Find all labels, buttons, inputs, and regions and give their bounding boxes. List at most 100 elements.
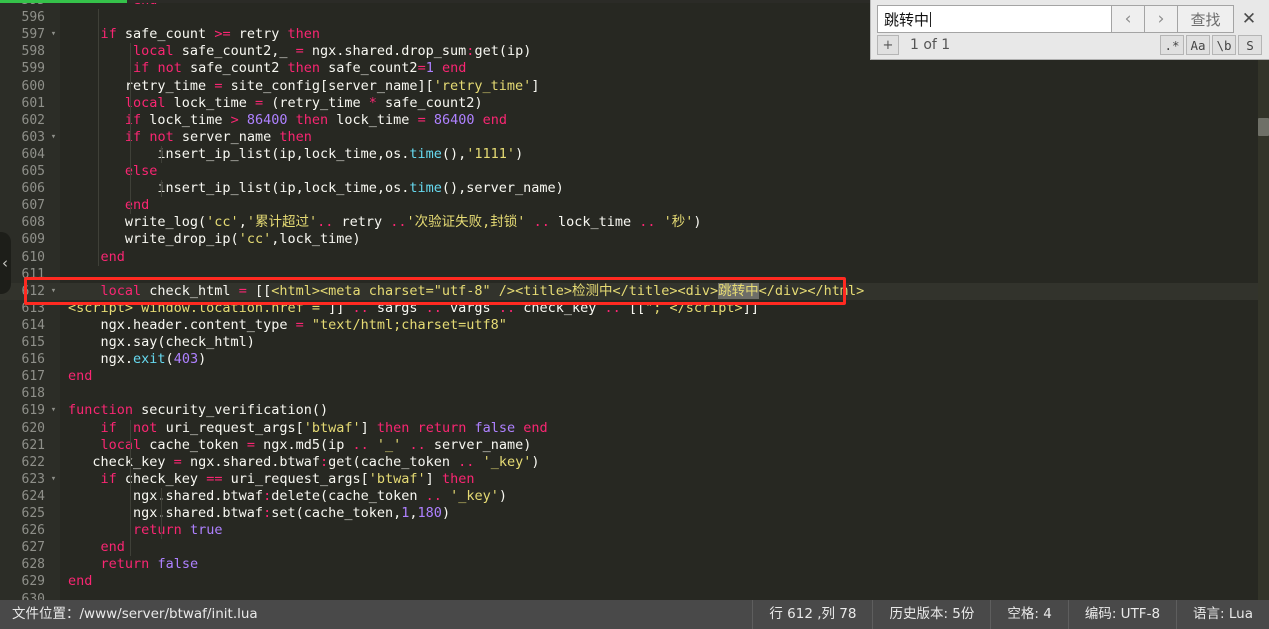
code-token: ) [531,453,540,470]
code-token: return [417,419,467,436]
code-token: end [100,248,125,265]
code-token: if [100,26,117,43]
code-line[interactable]: 610 end [0,249,1269,266]
code-token: = [417,60,426,77]
code-token: ]] [319,299,345,316]
code-line[interactable]: 617 end [0,368,1269,385]
code-token: true [189,522,223,539]
code-token: uri_request_args[ [222,470,369,487]
code-editor[interactable]: 595 end 596 597 ▾ if safe_count >= retry th… [0,0,1269,600]
code-line[interactable]: 604 insert_ip_list(ip,lock_time,os.time(… [0,146,1269,163]
find-button-label: 查找 [1190,10,1221,29]
line-number: 614 [21,317,45,333]
regex-toggle[interactable]: .* [1160,35,1184,55]
code-line[interactable]: 614 ngx.header.content_type = "text/html… [0,317,1269,334]
code-line[interactable]: 613 <script> window.location.href = ]] ..… [0,300,1269,317]
code-line[interactable]: 601 local lock_time = (retry_time * safe… [0,95,1269,112]
code-line[interactable]: 599 if not safe_count2 then safe_count2=… [0,60,1269,77]
sidebar-collapse-toggle[interactable]: ‹ [0,232,11,294]
fold-toggle-icon[interactable]: ▾ [49,402,58,419]
code-token: '1111' [466,145,516,162]
encoding[interactable]: 编码: UTF-8 [1067,600,1176,629]
vertical-scrollbar-thumb[interactable] [1258,118,1269,136]
code-token: if [124,128,142,145]
code-line[interactable]: 612 ▾ local check_html = [[<html><meta ch… [0,282,1269,300]
code-line-text: local check_html = [[<html><meta charset… [68,282,865,300]
history-versions[interactable]: 历史版本: 5份 [872,600,990,629]
file-location-label: 文件位置： [12,606,80,622]
code-content[interactable]: 595 end 596 597 ▾ if safe_count >= retry th… [0,0,1269,600]
code-token: end [482,111,508,128]
code-line[interactable]: 630 [0,591,1269,601]
search-input[interactable]: 跳转中 [877,5,1112,33]
fold-toggle-icon[interactable]: ▾ [49,26,58,43]
find-button[interactable]: 查找 [1178,5,1234,33]
code-line[interactable]: 624 ngx.shared.btwaf:delete(cache_token … [0,488,1269,505]
code-line-text: check_key = ngx.shared.btwaf:get(cache_t… [68,453,540,471]
code-line[interactable]: 628 return false [0,556,1269,573]
code-line[interactable]: 627 end [0,539,1269,556]
line-number: 608 [21,215,45,231]
code-line[interactable]: 616 ngx.exit(403) [0,351,1269,368]
code-line[interactable]: 606 insert_ip_list(ip,lock_time,os.time(… [0,180,1269,197]
code-line[interactable]: 626 return true [0,522,1269,539]
code-token: .. [409,436,426,453]
code-line[interactable]: 615 ngx.say(check_html) [0,334,1269,351]
plus-icon: + [882,37,894,53]
scope-toggle[interactable]: S [1238,35,1262,55]
code-line[interactable]: 608 write_log('cc','累计超过'.. retry ..'次验证… [0,214,1269,231]
find-next-button[interactable]: › [1145,5,1178,33]
line-number: 628 [21,557,45,573]
code-line[interactable]: 600 retry_time = site_config[server_name… [0,78,1269,95]
close-find-panel-button[interactable]: ✕ [1234,5,1264,33]
status-bar-cells: 行 612 ,列 78 历史版本: 5份 空格: 4 编码: UTF-8 语言: Lua [752,600,1269,629]
code-line[interactable]: 611 [0,266,1269,283]
code-token: 'btwaf' [303,419,361,436]
code-line[interactable]: 623 ▾ if check_key == uri_request_args['b… [0,471,1269,488]
code-line[interactable]: 603 ▾ if not server_name then [0,129,1269,146]
whole-word-toggle[interactable]: \b [1212,35,1236,55]
code-line[interactable]: 618 [0,385,1269,402]
line-number: 625 [21,506,45,521]
code-line[interactable]: 620 if not uri_request_args['btwaf'] the… [0,420,1269,437]
code-token: 180 [417,505,442,521]
fold-toggle-icon[interactable]: ▾ [49,129,58,146]
match-case-toggle[interactable]: Aa [1186,35,1210,55]
code-line[interactable]: 629 end [0,573,1269,590]
code-line[interactable]: 602 if lock_time > 86400 then lock_time … [0,112,1269,129]
language-mode[interactable]: 语言: Lua [1176,600,1269,629]
cursor-position[interactable]: 行 612 ,列 78 [752,600,872,629]
find-previous-button[interactable]: ‹ [1112,5,1145,33]
vertical-scrollbar[interactable] [1258,0,1269,600]
code-token: lock_time [165,94,255,111]
code-line[interactable]: 625 ngx.shared.btwaf:set(cache_token,1,1… [0,505,1269,522]
code-token: local [100,282,142,299]
code-line[interactable]: 619 ▾ function security_verification() [0,402,1269,419]
line-number: 622 [21,454,45,470]
code-token: ) [198,351,207,368]
code-token: server_name [173,128,280,145]
code-line[interactable]: 609 write_drop_ip('cc',lock_time) [0,231,1269,248]
find-panel[interactable]: 跳转中 ‹ › 查找 ✕ + 1 of 1 .* Aa \b S [870,0,1269,60]
fold-toggle-icon[interactable]: ▾ [49,471,58,488]
indent-size[interactable]: 空格: 4 [990,600,1067,629]
line-number: 623 [21,471,45,487]
code-line[interactable]: 605 else [0,163,1269,180]
code-line-text: if not safe_count2 then safe_count2=1 en… [68,60,466,77]
code-token: lock_time [549,214,640,231]
code-line[interactable]: 607 end [0,197,1269,214]
expand-replace-button[interactable]: + [877,35,899,55]
code-token: ) [441,505,451,521]
code-token: ngx.header.content_type [68,316,296,333]
code-token: </div></html> [758,282,865,299]
code-token: retry [333,214,391,231]
code-token: safe_count2 [181,60,288,77]
code-line[interactable]: 621 local cache_token = ngx.md5(ip .. '_… [0,437,1269,454]
fold-toggle-icon[interactable]: ▾ [49,283,58,300]
code-line[interactable]: 622 check_key = ngx.shared.btwaf:get(cac… [0,454,1269,471]
